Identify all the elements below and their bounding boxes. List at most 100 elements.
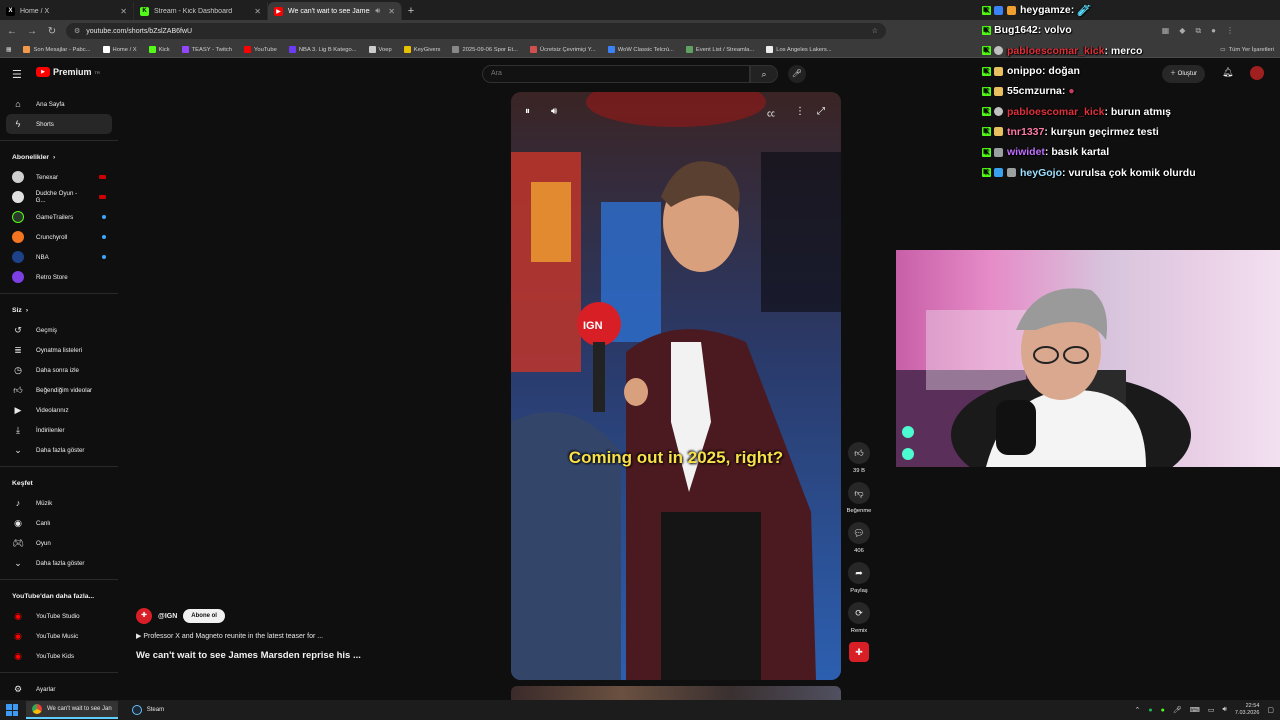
history-icon: ↺	[14, 324, 22, 335]
back-icon[interactable]: ←	[6, 26, 18, 37]
chevron-down-icon: ⌄	[14, 444, 22, 455]
sidebar-item-settings[interactable]: ⚙︎ Ayarlar	[0, 679, 118, 699]
comment-icon[interactable]: 💬︎	[848, 522, 870, 544]
sidebar-item-your-videos[interactable]: ▶ Videolarınız	[0, 400, 118, 420]
sidebar-item-live[interactable]: ◉ Canlı	[0, 513, 118, 533]
apps-grid-icon[interactable]: ▦	[6, 47, 11, 53]
chevron-up-icon[interactable]: ⌃	[1135, 706, 1141, 714]
notification-center-icon[interactable]: ▢	[1267, 706, 1274, 714]
pause-icon[interactable]: ⏸︎	[525, 106, 530, 117]
bookmark-item[interactable]: Los Angeles Lakers...	[766, 46, 832, 53]
bookmark-favicon-icon	[23, 46, 31, 53]
tab-youtube[interactable]: ▶ We can't wait to see James 🔊︎ ✕	[268, 2, 402, 20]
bookmark-item[interactable]: TEASY - Twitch	[181, 46, 232, 53]
windows-start-icon[interactable]	[6, 704, 18, 716]
sidebar-item-label: NBA	[36, 253, 49, 261]
bookmark-item[interactable]: WoW Classic Telcrú...	[607, 46, 674, 53]
tab-x[interactable]: X Home / X ✕	[0, 2, 134, 20]
sidebar-sub-dudche[interactable]: Dudche Oyun - G...	[0, 187, 118, 207]
bookmark-item[interactable]: Voep	[368, 46, 392, 53]
search-input[interactable]: Ara	[482, 65, 750, 83]
bookmark-favicon-icon	[102, 46, 110, 53]
shorts-video-player[interactable]: IGN ⏸︎ 🔊︎ ㏄ ⋮ ⤢ Coming out in 2025, righ…	[511, 92, 841, 680]
dislike-icon[interactable]: 👎︎	[848, 482, 870, 504]
forward-icon[interactable]: →	[26, 26, 38, 37]
youtube-premium-logo[interactable]: ▶ Premium TR	[36, 67, 100, 77]
remix-action[interactable]: ⟳ Remix	[842, 602, 876, 636]
share-icon[interactable]: ➦	[848, 562, 870, 584]
sidebar-item-yt-studio[interactable]: ◉ YouTube Studio	[0, 606, 118, 626]
sidebar-item-explore-more[interactable]: ⌄ Daha fazla göster	[0, 553, 118, 573]
volume-icon[interactable]: 🔊︎	[551, 106, 557, 117]
new-tab-button[interactable]: +	[402, 2, 420, 20]
sidebar-item-show-more[interactable]: ⌄ Daha fazla göster	[0, 440, 118, 460]
fullscreen-icon[interactable]: ⤢	[817, 106, 825, 117]
like-action[interactable]: 👍︎ 39 B	[842, 442, 876, 476]
site-info-icon[interactable]: ⚙︎	[74, 27, 80, 35]
close-tab-icon[interactable]: ✕	[120, 7, 127, 16]
sidebar-item-yt-kids[interactable]: ◉ YouTube Kids	[0, 646, 118, 666]
search-button[interactable]: ⌕	[750, 65, 778, 83]
share-action[interactable]: ➦ Paylaş	[842, 562, 876, 596]
sidebar-item-watch-later[interactable]: ◷ Daha sonra izle	[0, 360, 118, 380]
taskbar-steam-window[interactable]: Steam	[126, 701, 170, 719]
sidebar-item-yt-music[interactable]: ◉ YouTube Music	[0, 626, 118, 646]
bookmark-item[interactable]: Event List / Streamla...	[685, 46, 754, 53]
voice-search-button[interactable]: 🎤︎	[788, 65, 806, 83]
subscriptions-header[interactable]: Abonelikler ›	[0, 147, 118, 167]
sidebar-sub-tenexar[interactable]: Tenexar	[0, 167, 118, 187]
language-icon[interactable]: ⌨︎	[1190, 706, 1200, 714]
subscribe-button[interactable]: Abone ol	[183, 609, 225, 623]
speaker-icon[interactable]: 🔊︎	[375, 6, 380, 16]
close-tab-icon[interactable]: ✕	[388, 7, 395, 16]
channel-name[interactable]: @IGN	[158, 613, 177, 620]
bookmark-item[interactable]: Kick	[148, 46, 170, 53]
video-title[interactable]: We can't wait to see James Marsden repri…	[136, 650, 476, 661]
bookmark-item[interactable]: 2025-09-06 Spor Et...	[452, 46, 518, 53]
related-video-link[interactable]: ▶ Professor X and Magneto reunite in the…	[136, 632, 476, 640]
next-short-preview[interactable]	[511, 686, 841, 700]
channel-avatar-icon[interactable]: ✚	[849, 642, 869, 662]
more-options-icon[interactable]: ⋮	[795, 106, 805, 117]
you-header[interactable]: Siz ›	[0, 300, 118, 320]
sidebar-sub-gametrailers[interactable]: GameTrailers	[0, 207, 118, 227]
taskbar-chrome-window[interactable]: We can't wait to see Jan	[26, 701, 118, 719]
tab-kick[interactable]: K Stream - Kick Dashboard ✕	[134, 2, 268, 20]
sidebar-item-shorts[interactable]: ϟ Shorts	[6, 114, 112, 134]
bookmark-item[interactable]: Home / X	[102, 46, 137, 53]
microphone-icon[interactable]: 🎤︎	[1173, 706, 1182, 714]
sidebar-item-downloads[interactable]: ⤓ İndirilenler	[0, 420, 118, 440]
remix-icon[interactable]: ⟳	[848, 602, 870, 624]
bookmark-item[interactable]: YouTube	[244, 46, 277, 53]
bookmark-item[interactable]: KeyGivers	[403, 46, 440, 53]
bookmark-item[interactable]: Ücretsiz Çevrimiçi Y...	[529, 46, 596, 53]
sidebar-sub-retro-store[interactable]: Retro Store	[0, 267, 118, 287]
close-tab-icon[interactable]: ✕	[254, 7, 261, 16]
spotify-icon[interactable]: ●	[1148, 707, 1152, 714]
bookmark-item[interactable]: Son Mesajlar - Pabc...	[23, 46, 91, 53]
reload-icon[interactable]: ↻	[46, 26, 58, 37]
address-bar[interactable]: ⚙︎ youtube.com/shorts/bZslZAB6fwU ☆	[66, 23, 886, 39]
hamburger-menu-icon[interactable]: ☰	[12, 68, 22, 81]
sidebar-item-music[interactable]: ♪ Müzik	[0, 493, 118, 513]
sidebar-item-playlists[interactable]: ≣ Oynatma listeleri	[0, 340, 118, 360]
network-icon[interactable]: ▭	[1208, 706, 1215, 714]
sidebar-item-liked[interactable]: 👍︎ Beğendiğim videolar	[0, 380, 118, 400]
sidebar-item-history[interactable]: ↺ Geçmiş	[0, 320, 118, 340]
ign-logo-icon[interactable]: ✚	[136, 608, 152, 624]
sidebar-sub-nba[interactable]: NBA	[0, 247, 118, 267]
bookmark-star-icon[interactable]: ☆	[872, 27, 878, 35]
dislike-action[interactable]: 👎︎ Beğenme	[842, 482, 876, 516]
sidebar-sub-crunchyroll[interactable]: Crunchyroll	[0, 227, 118, 247]
bookmark-item[interactable]: NBA 3. Lig B Katego...	[288, 46, 357, 53]
sidebar-item-gaming[interactable]: 🎮︎ Oyun	[0, 533, 118, 553]
app-tray-icon[interactable]: ●	[1161, 707, 1165, 714]
clock[interactable]: 22:54 7.03.2026	[1235, 703, 1259, 717]
channel-action[interactable]: ✚	[842, 642, 876, 662]
sidebar-item-home[interactable]: ⌂ Ana Sayfa	[0, 94, 118, 114]
sidebar-item-label: Dudche Oyun - G...	[35, 190, 78, 204]
like-icon[interactable]: 👍︎	[848, 442, 870, 464]
comment-action[interactable]: 💬︎ 406	[842, 522, 876, 556]
speaker-icon[interactable]: 🔊︎	[1222, 706, 1226, 714]
captions-icon[interactable]: ㏄	[767, 108, 775, 119]
